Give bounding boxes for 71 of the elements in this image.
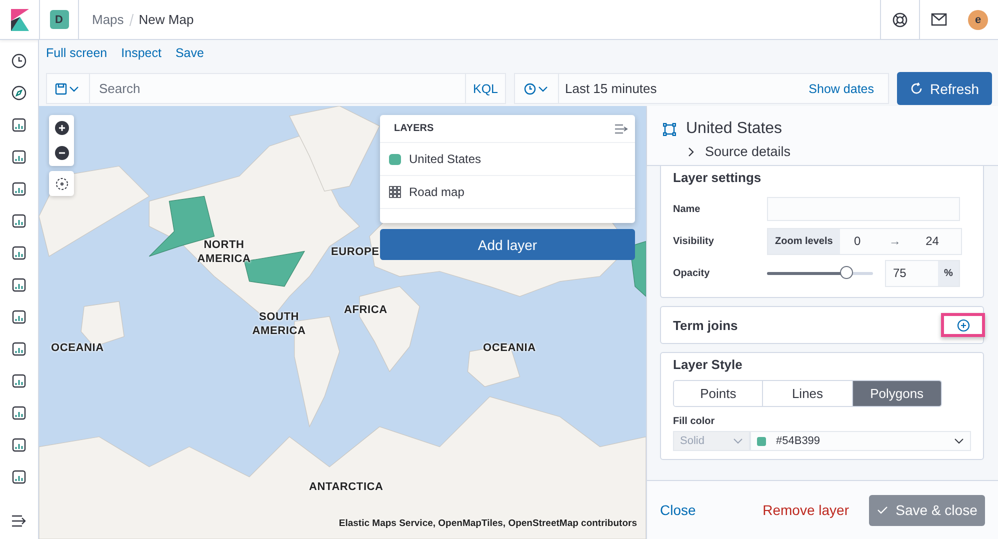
chevron-icon: [687, 146, 695, 156]
zoom-in-icon[interactable]: [54, 120, 68, 135]
toolbar-link[interactable]: Full screen: [46, 46, 108, 64]
section-title: Layer settings: [673, 170, 762, 185]
grid-icon: [389, 186, 401, 198]
continent-label: OCEANIA: [51, 342, 104, 356]
clock-icon[interactable]: [11, 53, 27, 69]
field-label: Visibility: [673, 236, 715, 246]
layer-name[interactable]: Road map: [409, 185, 464, 199]
caret-icon: [954, 438, 964, 444]
dock-icon[interactable]: [11, 515, 27, 527]
min-zoom-value[interactable]: 0: [840, 234, 875, 248]
continent-label: OCEANIA: [483, 342, 536, 356]
percent-unit: %: [938, 260, 959, 286]
panel-title: LAYERS: [394, 123, 434, 134]
map-attribution: Elastic Maps Service, OpenMapTiles, OpenStreetMap contributors: [338, 518, 637, 529]
crosshair-icon[interactable]: [54, 176, 68, 190]
geometry-tab[interactable]: Polygons: [852, 381, 941, 406]
section-title: Layer Style: [673, 357, 744, 372]
layer-name[interactable]: United States: [409, 152, 482, 166]
zoom-levels-label: Zoom levels: [768, 228, 840, 254]
field-label: Fill color: [673, 416, 716, 427]
source-details-toggle[interactable]: Source details: [663, 138, 791, 159]
layer-title: United States: [686, 120, 782, 138]
range-arrow: →: [888, 234, 902, 248]
add-layer-button[interactable]: Add layer: [380, 229, 635, 260]
field-label: Opacity: [673, 268, 711, 278]
mail-icon[interactable]: [931, 13, 947, 26]
check-icon: [876, 506, 888, 514]
continent-label: EUROPE: [331, 246, 380, 260]
toolbar-link[interactable]: Save: [175, 46, 204, 64]
refresh-button[interactable]: Refresh: [897, 72, 992, 105]
save-dropdown-icon: [55, 82, 81, 94]
show-dates-link[interactable]: Show dates: [808, 82, 888, 96]
color-swatch: [757, 436, 766, 446]
section-title: Term joins: [673, 318, 738, 332]
breadcrumb[interactable]: Maps: [92, 12, 124, 27]
help-icon[interactable]: [892, 12, 908, 28]
zoom-out-icon[interactable]: [54, 146, 68, 160]
world-map[interactable]: NORTH AMERICA EUROPE AFRICA OCEANIA SOUTH AMERICA OCEANIA ANTARCTICA LAYERS United States Road map Add layer Elastic Maps Service, OpenMapTiles, OpenStreetMap contributors: [39, 106, 646, 539]
remove-layer-link[interactable]: Remove layer: [762, 502, 849, 518]
clock-dropdown-icon: [524, 82, 550, 94]
search-field[interactable]: Search: [90, 73, 465, 104]
language-button[interactable]: KQL: [464, 73, 506, 104]
user-avatar[interactable]: e: [968, 10, 988, 30]
add-join-button[interactable]: [941, 313, 985, 337]
polygon-icon: [663, 122, 676, 136]
geometry-tab[interactable]: Points: [674, 381, 764, 406]
space-avatar[interactable]: D: [50, 10, 68, 29]
continent-label: AFRICA: [344, 304, 388, 318]
refresh-icon: [910, 82, 923, 95]
name-field[interactable]: [767, 197, 960, 221]
saved-query-button[interactable]: [46, 73, 90, 104]
bar-chart-icon[interactable]: [11, 117, 27, 133]
max-zoom-value[interactable]: 24: [914, 234, 950, 248]
collapse-icon[interactable]: [614, 124, 628, 134]
time-range[interactable]: Last 15 minutes: [559, 81, 809, 96]
breadcrumb-separator: [129, 14, 134, 26]
continent-label: NORTH AMERICA: [196, 239, 252, 266]
field-label: Name: [673, 204, 702, 214]
fill-color-select[interactable]: #54B399: [750, 431, 971, 451]
toolbar-link[interactable]: Inspect: [121, 46, 162, 64]
breadcrumb: New Map: [138, 12, 194, 27]
slider-thumb[interactable]: [840, 266, 852, 278]
compass-icon[interactable]: [11, 85, 27, 101]
logo-icon[interactable]: [10, 8, 28, 30]
close-link[interactable]: Close: [660, 502, 696, 518]
caret-icon: [733, 438, 743, 444]
continent-label: SOUTH AMERICA: [251, 311, 307, 338]
add-icon: [956, 318, 970, 332]
opacity-value[interactable]: 75: [886, 260, 938, 286]
